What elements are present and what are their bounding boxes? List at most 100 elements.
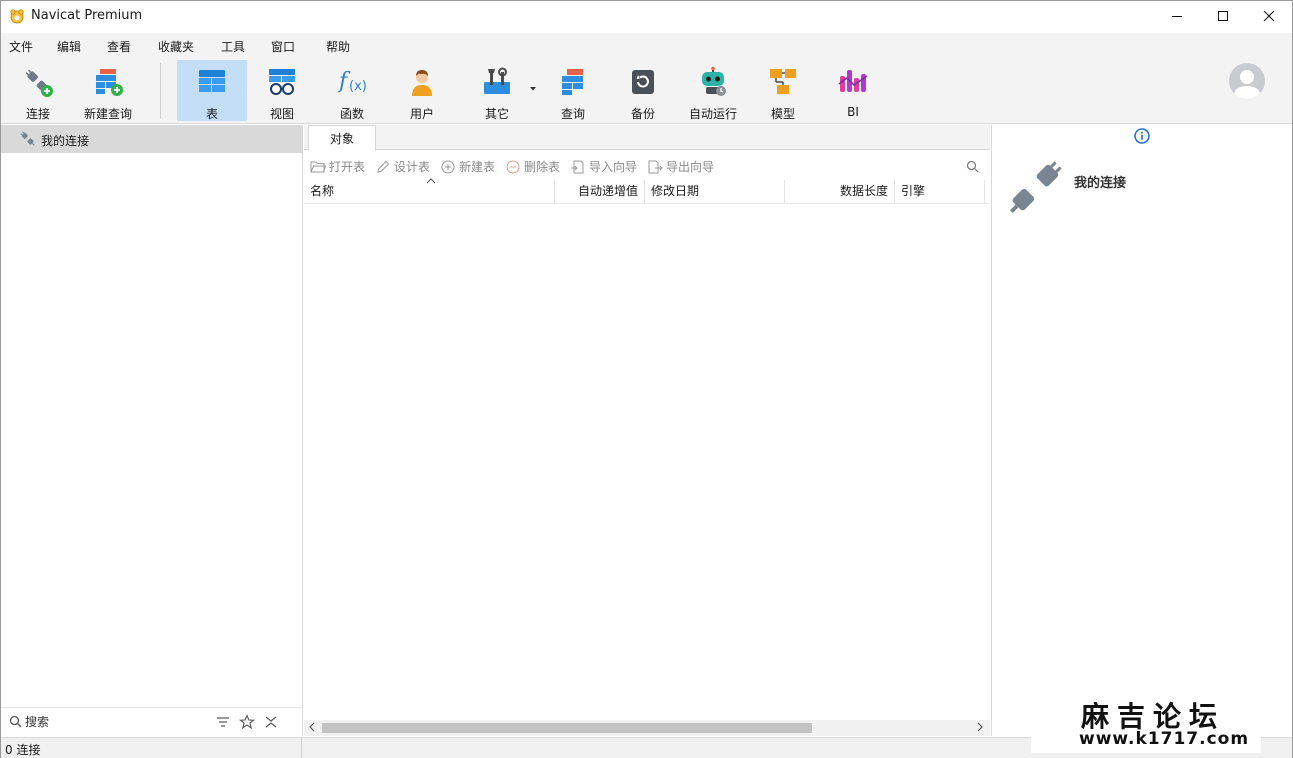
toolbar-separator xyxy=(160,63,161,119)
open-table-button[interactable]: 打开表 xyxy=(310,158,365,175)
query-icon xyxy=(562,69,583,95)
scroll-left-icon[interactable] xyxy=(308,721,316,733)
close-icon xyxy=(1263,10,1275,22)
folder-open-icon xyxy=(310,161,326,172)
maximize-button[interactable] xyxy=(1200,1,1246,31)
tab-objects[interactable]: 对象 xyxy=(308,125,376,151)
toolbar-bi-button[interactable]: BI xyxy=(828,60,878,121)
open-table-label: 打开表 xyxy=(329,160,366,174)
collapse-icon[interactable] xyxy=(263,714,279,730)
svg-text:(x): (x) xyxy=(349,79,367,94)
toolbar-query-button[interactable]: 查询 xyxy=(548,60,598,121)
star-icon[interactable] xyxy=(239,714,255,730)
main-toolbar: 连接 新建查询 表 视图 f (x) 函数 用户 其它 查询 备份 自动运行 模… xyxy=(1,57,1292,124)
toolbar-model-button[interactable]: 模型 xyxy=(758,60,808,121)
design-table-button[interactable]: 设计表 xyxy=(375,158,430,175)
column-header-auto-increment[interactable]: 自动递增值 xyxy=(555,180,645,204)
toolbar-function-button[interactable]: f (x) 函数 xyxy=(327,60,377,121)
tools-icon xyxy=(484,67,510,94)
title-bar: Navicat Premium xyxy=(1,1,1292,31)
scroll-right-icon[interactable] xyxy=(976,721,984,733)
plug-icon xyxy=(20,131,35,146)
user-icon xyxy=(412,70,432,96)
search-icon[interactable] xyxy=(966,160,979,173)
table-icon xyxy=(199,70,225,92)
object-tab-strip: 对象 xyxy=(304,125,990,151)
toolbar-new-query-button[interactable]: 新建查询 xyxy=(79,60,137,121)
column-header-engine[interactable]: 引擎 xyxy=(895,180,985,204)
new-table-button[interactable]: 新建表 xyxy=(440,158,495,175)
column-name-label: 名称 xyxy=(310,184,335,198)
info-icon[interactable] xyxy=(1134,128,1150,144)
backup-icon xyxy=(632,70,654,94)
connection-group-row[interactable]: 我的连接 xyxy=(1,125,302,153)
menu-help[interactable]: 帮助 xyxy=(326,38,350,55)
connection-search-input[interactable] xyxy=(25,713,205,731)
delete-table-button[interactable]: 删除表 xyxy=(505,158,560,175)
close-button[interactable] xyxy=(1246,1,1292,31)
column-header-data-length[interactable]: 数据长度 xyxy=(785,180,895,204)
status-separator xyxy=(301,738,302,758)
toolbar-connect-button[interactable]: 连接 xyxy=(13,60,63,121)
import-wizard-button[interactable]: 导入向导 xyxy=(570,158,637,175)
function-icon: f (x) xyxy=(337,69,367,94)
toolbar-other-button[interactable]: 其它 xyxy=(471,60,523,121)
chevron-down-icon[interactable] xyxy=(529,86,537,92)
avatar-icon xyxy=(1233,70,1261,99)
search-icon xyxy=(9,715,22,728)
connection-group-label: 我的连接 xyxy=(41,134,90,148)
column-header-modified-date[interactable]: 修改日期 xyxy=(645,180,785,204)
toolbar-label: 视图 xyxy=(269,107,294,121)
toolbar-label: 连接 xyxy=(25,107,50,121)
export-icon xyxy=(648,160,663,173)
new-query-icon xyxy=(96,69,123,96)
menu-view[interactable]: 查看 xyxy=(107,38,131,55)
export-wizard-label: 导出向导 xyxy=(666,160,715,174)
watermark-url: www.k1717.com xyxy=(1079,729,1250,749)
connection-tree-pane: 我的连接 xyxy=(1,125,303,736)
minus-circle-icon xyxy=(506,160,520,173)
watermark: 麻吉论坛 www.k1717.com xyxy=(1031,691,1261,753)
bi-icon xyxy=(838,70,868,92)
design-table-label: 设计表 xyxy=(394,160,431,174)
object-toolbar: 打开表 设计表 新建表 删除表 导入向导 导出向导 xyxy=(304,154,990,180)
filter-icon[interactable] xyxy=(215,714,231,730)
export-wizard-button[interactable]: 导出向导 xyxy=(647,158,714,175)
minimize-icon xyxy=(1172,16,1182,17)
connection-count: 0 连接 xyxy=(5,743,41,757)
toolbar-label: 查询 xyxy=(560,107,585,121)
column-header-name[interactable]: 名称 xyxy=(304,178,555,204)
toolbar-view-button[interactable]: 视图 xyxy=(257,60,307,121)
robot-icon xyxy=(702,66,726,96)
plus-circle-icon xyxy=(441,160,455,173)
menu-favorites[interactable]: 收藏夹 xyxy=(158,38,194,55)
plug-add-icon xyxy=(25,69,53,97)
menu-edit[interactable]: 编辑 xyxy=(57,38,81,55)
menu-window[interactable]: 窗口 xyxy=(271,38,295,55)
delete-table-label: 删除表 xyxy=(524,160,561,174)
toolbar-label: 自动运行 xyxy=(688,107,737,121)
new-table-label: 新建表 xyxy=(459,160,496,174)
toolbar-user-button[interactable]: 用户 xyxy=(397,60,447,121)
model-icon xyxy=(770,69,796,94)
object-grid-header: 名称 自动递增值 修改日期 数据长度 引擎 xyxy=(304,178,990,204)
menu-tools[interactable]: 工具 xyxy=(221,38,245,55)
menu-file[interactable]: 文件 xyxy=(9,38,33,55)
toolbar-backup-button[interactable]: 备份 xyxy=(618,60,668,121)
toolbar-label: 用户 xyxy=(409,107,434,121)
toolbar-label: 备份 xyxy=(630,107,655,121)
scrollbar-thumb[interactable] xyxy=(322,723,812,733)
connection-search-bar xyxy=(1,707,302,735)
pencil-icon xyxy=(377,160,390,173)
toolbar-label: 新建查询 xyxy=(83,107,132,121)
info-pane: 我的连接 xyxy=(991,125,1292,736)
account-avatar[interactable] xyxy=(1229,63,1265,99)
plug-icon xyxy=(1009,161,1062,214)
minimize-button[interactable] xyxy=(1154,1,1200,31)
view-icon xyxy=(269,69,295,95)
toolbar-automation-button[interactable]: 自动运行 xyxy=(685,60,741,121)
navicat-logo-icon xyxy=(10,9,24,24)
toolbar-label: 其它 xyxy=(484,107,509,121)
toolbar-table-button[interactable]: 表 xyxy=(177,60,247,121)
horizontal-scrollbar[interactable] xyxy=(304,720,990,736)
